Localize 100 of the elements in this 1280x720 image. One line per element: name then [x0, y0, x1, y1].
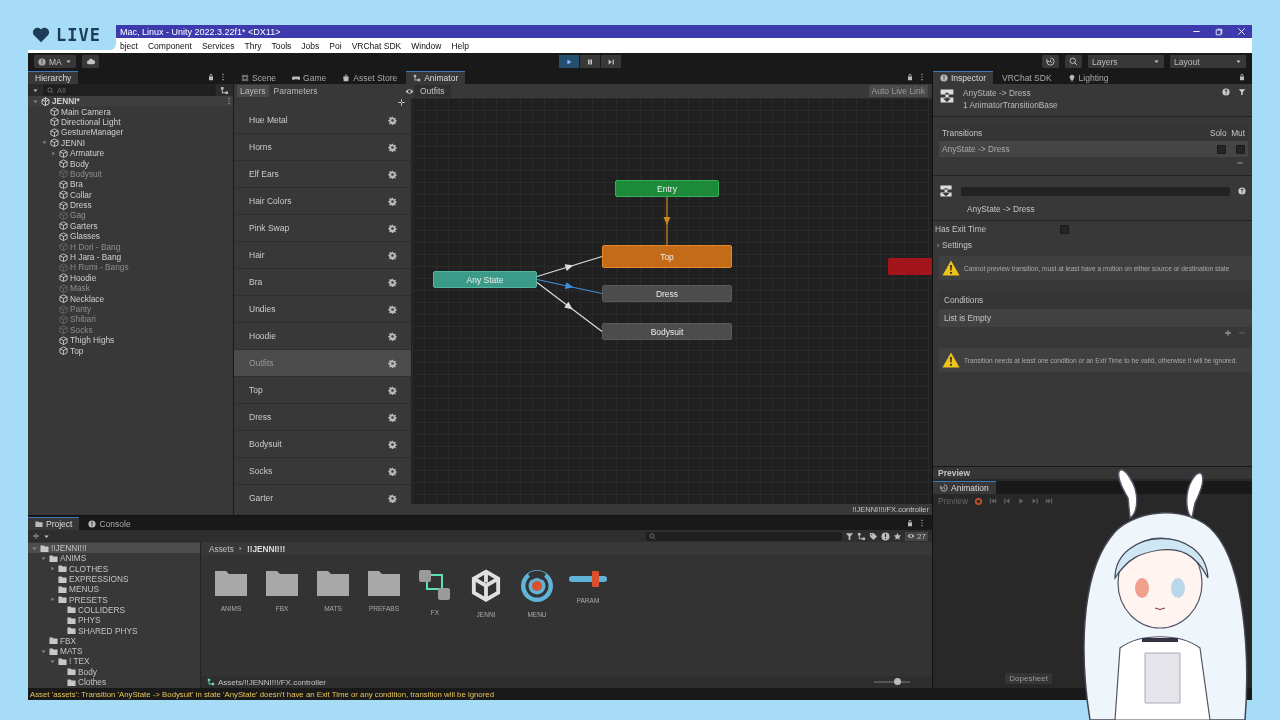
- layer-name[interactable]: Elf Ears: [249, 169, 279, 179]
- menu-item[interactable]: Tools: [271, 40, 292, 51]
- more-icon[interactable]: [918, 519, 926, 527]
- first-frame-icon[interactable]: [989, 497, 998, 505]
- gear-icon[interactable]: [388, 493, 397, 503]
- hierarchy-item[interactable]: Directional Light: [61, 116, 121, 127]
- lock-icon[interactable]: [207, 73, 215, 81]
- hierarchy-item[interactable]: Dress: [70, 200, 92, 211]
- layers-dropdown[interactable]: Layers: [1088, 55, 1164, 68]
- folder-item[interactable]: ! TEX: [69, 656, 90, 667]
- step-button[interactable]: [601, 55, 622, 68]
- folder-item[interactable]: MATS: [60, 646, 83, 657]
- folder-item[interactable]: ANIMS: [60, 553, 87, 564]
- pause-button[interactable]: [580, 55, 601, 68]
- hierarchy-item[interactable]: Bra: [70, 179, 83, 190]
- folder-item[interactable]: Body: [78, 666, 97, 677]
- folder-item[interactable]: CLOTHES: [69, 563, 109, 574]
- hierarchy-item[interactable]: JENNI*: [52, 96, 80, 107]
- dopesheet-button[interactable]: Dopesheet: [1005, 673, 1052, 684]
- layer-name[interactable]: Bodysuit: [249, 439, 282, 449]
- state-node[interactable]: Entry: [615, 180, 719, 197]
- maximize-icon[interactable]: [1215, 27, 1223, 36]
- transition-item[interactable]: AnyState -> Dress: [942, 144, 1010, 154]
- hierarchy-item[interactable]: Garters: [70, 220, 98, 231]
- type-icon[interactable]: [857, 531, 867, 541]
- subtab[interactable]: Layers: [237, 85, 269, 97]
- gear-icon[interactable]: [388, 412, 397, 422]
- animation-tab[interactable]: Animation: [933, 481, 996, 494]
- folder-item[interactable]: PRESETS: [69, 594, 108, 605]
- help-icon[interactable]: [1238, 187, 1246, 195]
- gear-icon[interactable]: [388, 223, 397, 233]
- menu-item[interactable]: Poi: [329, 40, 342, 51]
- label-icon[interactable]: [869, 531, 879, 541]
- hierarchy-item[interactable]: Shibari: [70, 314, 96, 325]
- panel-tab[interactable]: Game: [285, 71, 334, 84]
- folder-item[interactable]: FBX: [60, 635, 77, 646]
- panel-tab[interactable]: Scene: [234, 71, 284, 84]
- layer-name[interactable]: Hue Metal: [249, 115, 288, 125]
- record-icon[interactable]: [974, 496, 984, 506]
- foldout-arrow-icon[interactable]: [49, 596, 56, 604]
- has-exit-time-checkbox[interactable]: [1060, 224, 1069, 234]
- settings-foldout[interactable]: Settings: [942, 240, 972, 250]
- layer-name[interactable]: Garter: [249, 493, 274, 503]
- history-button[interactable]: [1042, 55, 1059, 68]
- layer-name[interactable]: Bra: [249, 277, 263, 287]
- subtab[interactable]: Parameters: [270, 85, 321, 97]
- hierarchy-item[interactable]: Glasses: [70, 231, 100, 242]
- add-dropdown-icon[interactable]: [32, 86, 39, 94]
- close-icon[interactable]: [1237, 27, 1246, 36]
- eye-icon[interactable]: [405, 86, 414, 96]
- hierarchy-item[interactable]: Thigh Highs: [70, 335, 115, 346]
- hierarchy-item[interactable]: H Rumi - Bangs: [70, 262, 129, 273]
- add-icon[interactable]: [397, 98, 406, 107]
- next-frame-icon[interactable]: [1031, 497, 1040, 505]
- layer-name[interactable]: Dress: [249, 412, 272, 422]
- hierarchy-item[interactable]: Body: [70, 158, 89, 169]
- gear-icon[interactable]: [388, 358, 397, 368]
- hierarchy-item[interactable]: Socks: [70, 324, 93, 335]
- hierarchy-item[interactable]: Main Camera: [61, 106, 111, 117]
- play-icon[interactable]: [1017, 497, 1026, 505]
- hierarchy-item[interactable]: H Dori - Bang: [70, 241, 121, 252]
- layer-name[interactable]: Socks: [249, 466, 273, 476]
- hierarchy-item[interactable]: Top: [70, 345, 84, 356]
- gear-icon[interactable]: [388, 277, 397, 287]
- gear-icon[interactable]: [388, 439, 397, 449]
- hierarchy-item[interactable]: Armature: [70, 148, 105, 159]
- lock-icon[interactable]: [1238, 73, 1246, 81]
- hierarchy-item[interactable]: Gag: [70, 210, 86, 221]
- menu-item[interactable]: Jobs: [301, 40, 320, 51]
- gear-icon[interactable]: [388, 331, 397, 341]
- more-icon[interactable]: [918, 73, 926, 81]
- panel-tab[interactable]: Asset Store: [335, 71, 405, 84]
- gear-icon[interactable]: [388, 115, 397, 125]
- state-node[interactable]: Top: [602, 245, 732, 268]
- hidden-packages-count[interactable]: 27: [905, 531, 928, 541]
- folder-item[interactable]: COLLIDERS: [78, 604, 126, 615]
- layer-name[interactable]: Pink Swap: [249, 223, 290, 233]
- breadcrumb-item[interactable]: Assets: [209, 543, 234, 554]
- hierarchy-item[interactable]: Collar: [70, 189, 92, 200]
- layout-dropdown[interactable]: Layout: [1170, 55, 1246, 68]
- panel-tab[interactable]: Animator: [406, 71, 466, 84]
- panel-tab[interactable]: Lighting: [1060, 71, 1116, 84]
- more-icon[interactable]: [219, 73, 227, 81]
- menu-item[interactable]: Help: [451, 40, 469, 51]
- last-frame-icon[interactable]: [1045, 497, 1054, 505]
- info-icon[interactable]: [881, 531, 891, 541]
- hierarchy-item[interactable]: JENNI: [61, 137, 85, 148]
- hierarchy-item[interactable]: Panty: [70, 304, 92, 314]
- mute-checkbox[interactable]: [1236, 144, 1245, 154]
- layer-name[interactable]: Horns: [249, 142, 272, 152]
- account-dropdown[interactable]: MA: [34, 55, 76, 68]
- layer-name[interactable]: Hair: [249, 250, 265, 260]
- previous-frame-icon[interactable]: [1003, 497, 1012, 505]
- panel-tab[interactable]: Console: [81, 517, 138, 530]
- gear-icon[interactable]: [388, 304, 397, 314]
- search-button[interactable]: [1065, 55, 1082, 68]
- play-button[interactable]: [559, 55, 580, 68]
- hierarchy-item[interactable]: Necklace: [70, 293, 105, 304]
- hierarchy-tab[interactable]: Hierarchy: [28, 71, 79, 84]
- lock-icon[interactable]: [906, 519, 914, 527]
